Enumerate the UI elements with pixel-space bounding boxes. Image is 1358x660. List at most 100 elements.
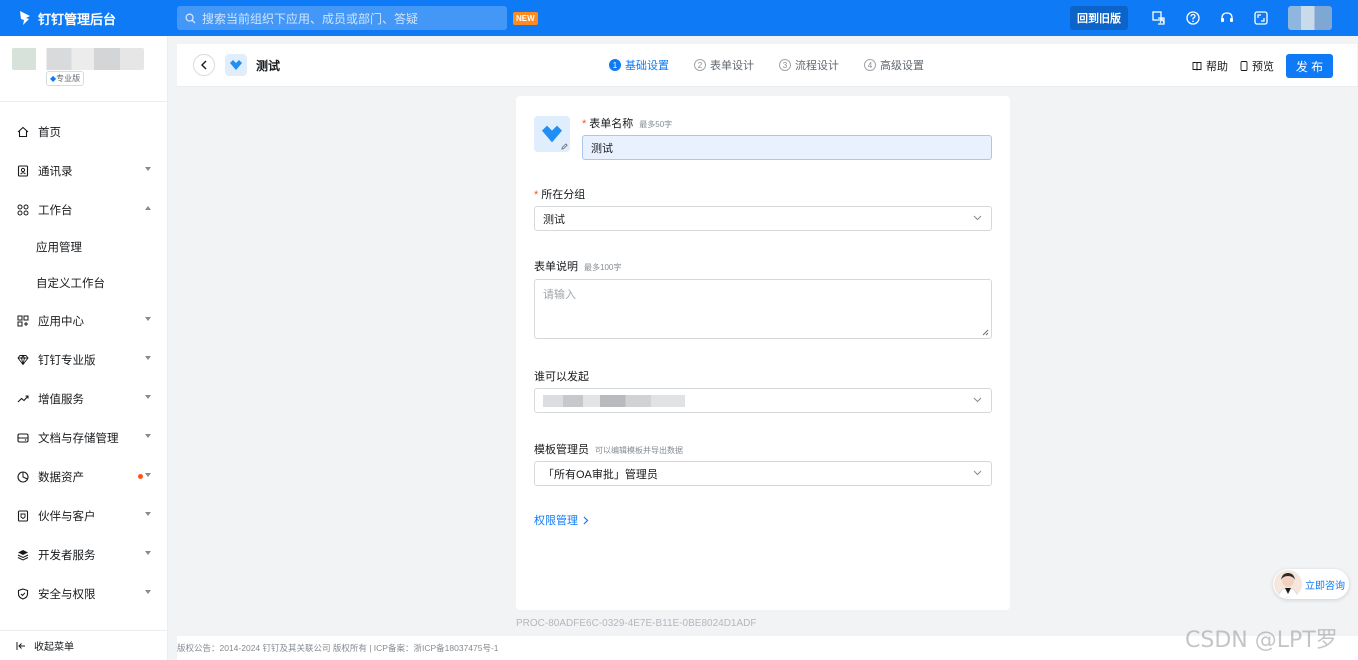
sidebar-item-home[interactable]: 首页 <box>0 112 167 151</box>
chevron-right-icon <box>583 516 589 524</box>
sidebar-subitem-app-management[interactable]: 应用管理 <box>0 229 167 265</box>
translate-icon[interactable] <box>1150 9 1168 27</box>
chevron-left-icon <box>201 60 207 70</box>
step-label: 表单设计 <box>710 60 754 72</box>
dingtalk-logo-icon <box>20 11 30 25</box>
edit-icon <box>561 143 568 150</box>
form-icon-picker[interactable] <box>534 116 570 152</box>
old-version-button[interactable]: 回到旧版 <box>1070 6 1128 30</box>
org-info[interactable]: ◆专业版 <box>0 36 167 102</box>
org-name-blurred <box>12 48 144 70</box>
sidebar-item-data-assets[interactable]: 数据资产 <box>0 457 167 496</box>
sidebar-item-label: 增值服务 <box>38 393 84 406</box>
resize-handle-icon[interactable] <box>982 329 989 336</box>
tab-basic-settings[interactable]: 1 基础设置 <box>609 57 669 73</box>
sidebar-item-workbench[interactable]: 工作台 <box>0 190 167 229</box>
chevron-down-icon <box>145 434 151 438</box>
step-label: 高级设置 <box>880 60 924 72</box>
admin-label: 模板管理员 可以编辑模板并导出数据 <box>534 441 683 457</box>
initiator-label-text: 谁可以发起 <box>534 371 589 383</box>
help-button[interactable]: 帮助 <box>1192 58 1228 74</box>
publish-button[interactable]: 发 布 <box>1286 54 1333 78</box>
sidebar-item-label: 通讯录 <box>38 165 73 178</box>
partner-icon <box>16 509 30 523</box>
collapse-menu-button[interactable]: 收起菜单 <box>0 630 167 660</box>
chevron-down-icon <box>145 590 151 594</box>
permission-link-label: 权限管理 <box>534 515 578 527</box>
back-button[interactable] <box>193 54 215 76</box>
sidebar-item-storage[interactable]: 文档与存储管理 <box>0 418 167 457</box>
tab-flow-design[interactable]: 3 流程设计 <box>779 57 839 73</box>
phone-icon <box>1240 61 1248 71</box>
tab-form-design[interactable]: 2 表单设计 <box>694 57 754 73</box>
consult-button[interactable]: 立即咨询 <box>1273 569 1349 599</box>
dingtalk-form-icon <box>542 125 562 143</box>
sidebar-item-developer[interactable]: 开发者服务 <box>0 535 167 574</box>
sidebar-item-label: 首页 <box>38 126 61 139</box>
agent-avatar <box>1274 570 1302 598</box>
sidebar-item-label: 数据资产 <box>38 471 84 484</box>
collapse-label: 收起菜单 <box>34 642 74 653</box>
contacts-icon <box>16 164 30 178</box>
headset-icon[interactable] <box>1218 9 1236 27</box>
diamond-icon <box>16 353 30 367</box>
sidebar-item-contacts[interactable]: 通讯录 <box>0 151 167 190</box>
sidebar-item-app-center[interactable]: 应用中心 <box>0 301 167 340</box>
chevron-down-icon <box>145 551 151 555</box>
step-label: 流程设计 <box>795 60 839 72</box>
search-icon <box>185 13 196 24</box>
sidebar-subitem-custom-workbench[interactable]: 自定义工作台 <box>0 265 167 301</box>
permission-management-link[interactable]: 权限管理 <box>534 512 589 528</box>
chevron-down-icon <box>973 215 982 221</box>
preview-button[interactable]: 预览 <box>1240 58 1274 74</box>
group-select-value: 测试 <box>543 213 565 226</box>
form-name-label: * 表单名称 最多50字 <box>582 115 672 131</box>
book-icon <box>1192 62 1202 71</box>
admin-select[interactable]: 「所有OA审批」管理员 <box>534 461 992 486</box>
top-bar: 钉钉管理后台 搜索当前组织下应用、成员或部门、答疑 NEW 回到旧版 <box>0 0 1358 36</box>
sidebar-item-value-added[interactable]: 增值服务 <box>0 379 167 418</box>
step-number: 1 <box>609 59 621 71</box>
admin-label-text: 模板管理员 <box>534 444 589 456</box>
page-title: 测试 <box>256 58 281 73</box>
editor-header: 测试 1 基础设置 2 表单设计 3 流程设计 4 高级设置 帮助 预览 发 布 <box>177 44 1357 87</box>
chevron-down-icon <box>145 317 151 321</box>
data-icon <box>16 470 30 484</box>
step-number: 4 <box>864 59 876 71</box>
tab-advanced-settings[interactable]: 4 高级设置 <box>864 57 924 73</box>
help-circle-icon[interactable] <box>1184 9 1202 27</box>
form-app-icon <box>225 54 247 76</box>
group-select[interactable]: 测试 <box>534 206 992 231</box>
description-textarea[interactable]: 请输入 <box>534 279 992 339</box>
brand[interactable]: 钉钉管理后台 <box>18 9 177 28</box>
sidebar-item-label: 应用中心 <box>38 315 84 328</box>
notification-dot <box>138 474 143 479</box>
form-name-hint: 最多50字 <box>639 120 673 129</box>
sidebar-item-partners[interactable]: 伙伴与客户 <box>0 496 167 535</box>
user-avatar[interactable] <box>1288 6 1332 30</box>
chevron-down-icon <box>973 397 982 403</box>
chevron-down-icon <box>973 470 982 476</box>
storage-icon <box>16 431 30 445</box>
sidebar-item-security[interactable]: 安全与权限 <box>0 574 167 613</box>
basic-settings-form: * 表单名称 最多50字 测试 * 所在分组 测试 表单说明 最多100字 请输… <box>516 96 1010 610</box>
consult-label: 立即咨询 <box>1305 580 1345 592</box>
sidebar: ◆专业版 首页 通讯录 工作台 应用管理 自定义工作台 应用中心 钉钉专业版 增… <box>0 36 168 660</box>
initiator-select[interactable] <box>534 388 992 413</box>
fullscreen-icon[interactable] <box>1252 9 1270 27</box>
footer: 版权公告：2014-2024 钉钉及其关联公司 版权所有 | ICP备案：浙IC… <box>177 636 1358 660</box>
admin-hint: 可以编辑模板并导出数据 <box>595 446 683 455</box>
grid-icon <box>16 203 30 217</box>
sidebar-item-pro[interactable]: 钉钉专业版 <box>0 340 167 379</box>
form-name-input[interactable]: 测试 <box>582 135 992 160</box>
sidebar-item-label: 钉钉专业版 <box>38 354 96 367</box>
description-hint: 最多100字 <box>584 263 622 272</box>
chevron-down-icon <box>145 512 151 516</box>
sidebar-item-label: 开发者服务 <box>38 549 96 562</box>
description-label-text: 表单说明 <box>534 261 578 273</box>
global-search-input[interactable]: 搜索当前组织下应用、成员或部门、答疑 <box>177 6 507 30</box>
step-number: 2 <box>694 59 706 71</box>
step-tabs: 1 基础设置 2 表单设计 3 流程设计 4 高级设置 <box>609 57 949 73</box>
step-label: 基础设置 <box>625 60 669 72</box>
brand-title: 钉钉管理后台 <box>38 11 117 27</box>
